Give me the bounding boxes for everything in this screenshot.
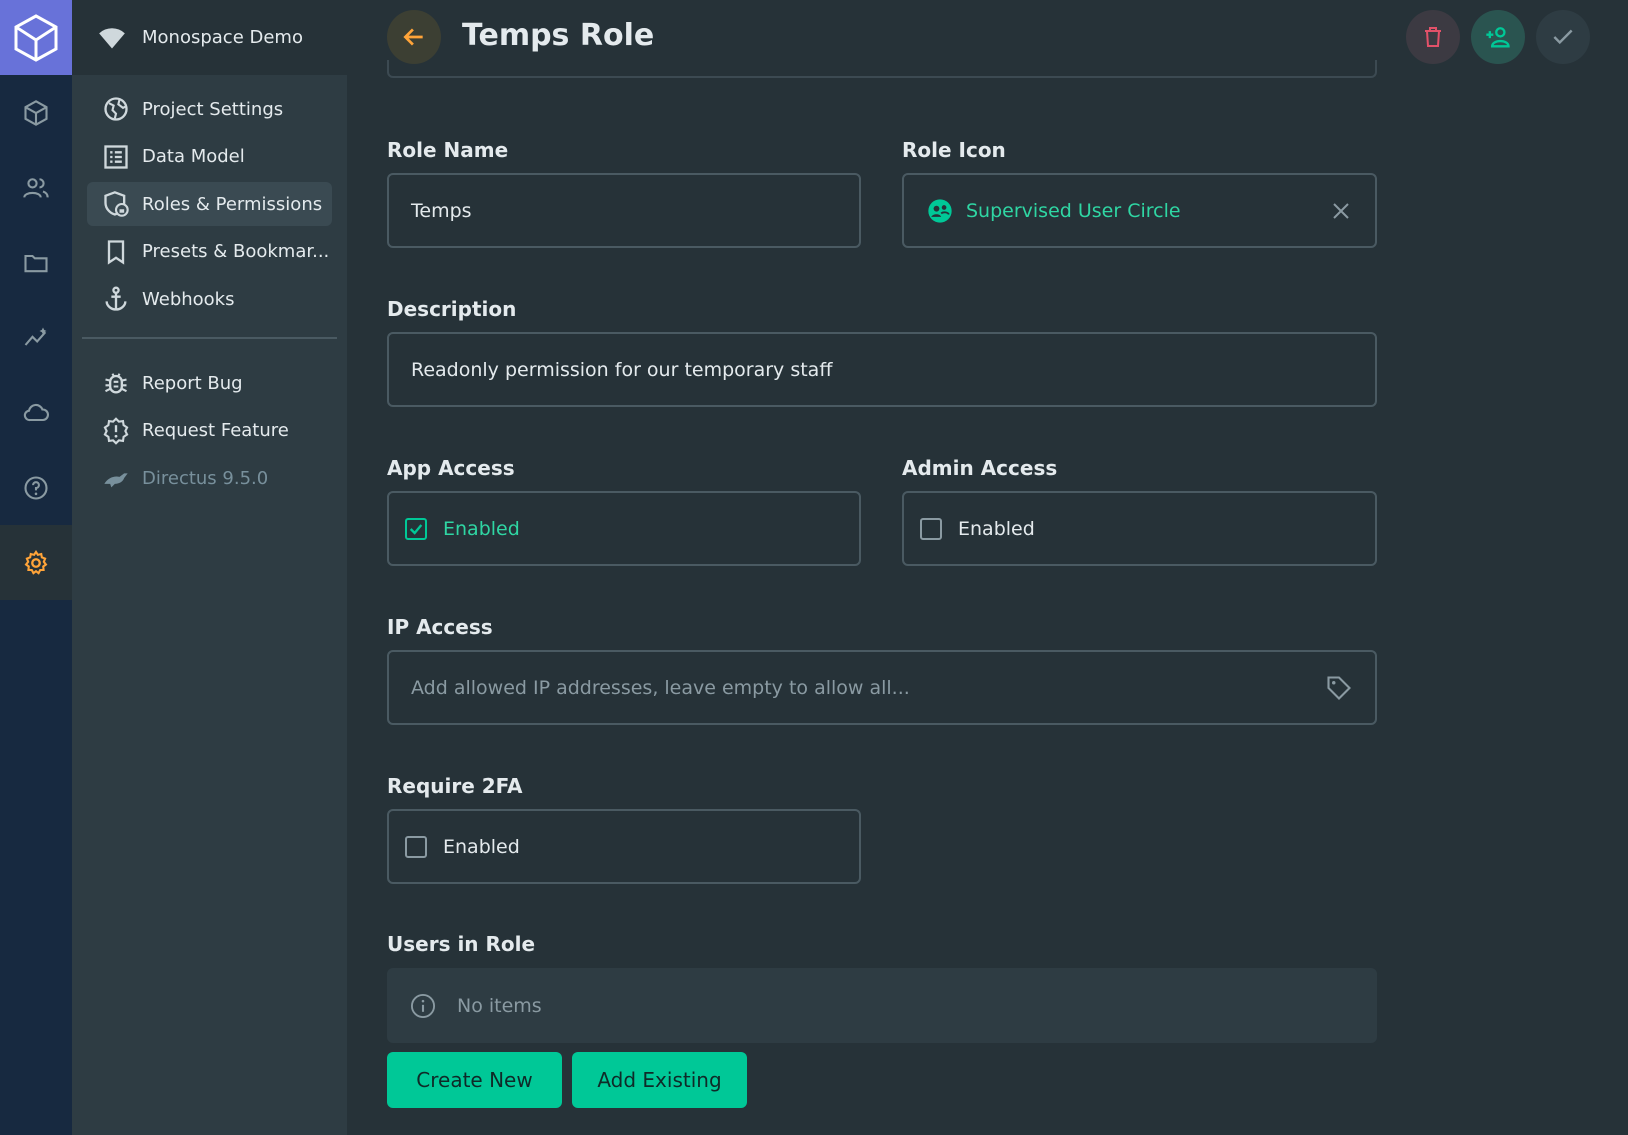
ip-access-input[interactable]: Add allowed IP addresses, leave empty to… (387, 650, 1377, 725)
nav-item-data-model[interactable]: Data Model (87, 135, 332, 179)
shield-icon (104, 191, 129, 217)
module-insights[interactable] (0, 300, 72, 375)
nav-item-roles-permissions[interactable]: Roles & Permissions (87, 182, 332, 226)
delete-role-button[interactable] (1406, 10, 1460, 64)
nav-item-label: Directus 9.5.0 (142, 467, 269, 489)
arrow-left-icon (403, 28, 423, 46)
nav-item-request-feature[interactable]: Request Feature (87, 409, 332, 453)
module-files[interactable] (0, 225, 72, 300)
module-bar (0, 0, 72, 1135)
admin-access-option-label: Enabled (958, 517, 1035, 540)
description-value: Readonly permission for our temporary st… (411, 358, 833, 381)
add-existing-button[interactable]: Add Existing (572, 1052, 747, 1108)
role-icon-value: Supervised User Circle (966, 199, 1181, 222)
nav-item-project-settings[interactable]: Project Settings (87, 87, 332, 131)
directus-logo-icon (14, 13, 58, 62)
nav-item-label: Webhooks (142, 288, 235, 310)
nav-divider (82, 337, 337, 339)
nav-item-label: Data Model (142, 146, 245, 167)
person-add-icon (1486, 27, 1510, 48)
require-2fa-option-label: Enabled (443, 835, 520, 858)
check-icon (1553, 29, 1573, 45)
admin-access-checkbox[interactable]: Enabled (902, 491, 1377, 566)
close-icon[interactable] (1329, 199, 1353, 223)
project-selector[interactable]: Monospace Demo (72, 0, 347, 75)
nav-item-label: Request Feature (142, 420, 289, 441)
invite-user-button[interactable] (1471, 10, 1525, 64)
nav-item-label: Project Settings (142, 98, 284, 120)
module-settings[interactable] (0, 525, 72, 600)
role-name-input[interactable]: Temps (387, 173, 861, 248)
module-cloud[interactable] (0, 375, 72, 450)
save-button[interactable] (1536, 10, 1590, 64)
help-icon (24, 475, 48, 500)
trash-icon (1425, 27, 1441, 47)
rabbit-icon (104, 473, 128, 488)
role-icon-select[interactable]: Supervised User Circle (902, 173, 1377, 248)
cloud-icon (23, 403, 49, 421)
role-name-value: Temps (411, 199, 472, 222)
ip-access-placeholder: Add allowed IP addresses, leave empty to… (411, 676, 910, 699)
insights-icon (24, 327, 47, 346)
nav-item-label: Presets & Bookmar... (142, 241, 330, 262)
description-label: Description (387, 297, 517, 321)
checkbox-checked-icon (405, 517, 427, 540)
anchor-icon (105, 286, 127, 311)
users-in-role-empty-notice: No items (387, 968, 1377, 1043)
ip-access-label: IP Access (387, 615, 493, 639)
nav-item-webhooks[interactable]: Webhooks (87, 277, 332, 321)
description-input[interactable]: Readonly permission for our temporary st… (387, 332, 1377, 407)
back-button[interactable] (387, 10, 441, 64)
wifi-icon (99, 27, 125, 48)
feature-icon (103, 416, 129, 445)
app-access-label: App Access (387, 456, 515, 480)
empty-text: No items (457, 994, 542, 1017)
nav-item-presets-bookmarks[interactable]: Presets & Bookmar... (87, 230, 332, 274)
create-new-button[interactable]: Create New (387, 1052, 562, 1108)
nav-item-label: Roles & Permissions (142, 193, 323, 215)
module-content[interactable] (0, 75, 72, 150)
module-users[interactable] (0, 150, 72, 225)
users-icon (23, 177, 49, 198)
module-help[interactable] (0, 450, 72, 525)
nav-item-report-bug[interactable]: Report Bug (87, 361, 332, 405)
box-icon (24, 99, 48, 126)
checkbox-unchecked-icon (405, 835, 427, 858)
page-header: Temps Role (347, 0, 1628, 75)
project-name: Monospace Demo (142, 27, 303, 48)
checkbox-unchecked-icon (920, 517, 942, 540)
require-2fa-label: Require 2FA (387, 774, 523, 798)
info-icon (410, 993, 436, 1018)
users-in-role-label: Users in Role (387, 932, 536, 956)
list-icon (104, 144, 128, 169)
globe-icon (104, 97, 128, 121)
settings-navigation: Monospace Demo Project Settings Data Mod… (72, 0, 347, 1135)
page-title: Temps Role (462, 18, 655, 53)
app-access-checkbox[interactable]: Enabled (387, 491, 861, 566)
app-access-option-label: Enabled (443, 517, 520, 540)
tag-icon (1327, 676, 1351, 700)
folder-icon (24, 254, 48, 272)
nav-item-version[interactable]: Directus 9.5.0 (87, 456, 332, 500)
bookmark-icon (107, 239, 125, 265)
admin-access-label: Admin Access (902, 456, 1058, 480)
require-2fa-checkbox[interactable]: Enabled (387, 809, 861, 884)
role-icon-label: Role Icon (902, 138, 1006, 162)
settings-icon (24, 549, 48, 575)
nav-item-label: Report Bug (142, 372, 243, 394)
role-name-label: Role Name (387, 138, 509, 162)
supervised-user-circle-icon (928, 198, 952, 223)
app-logo[interactable] (0, 0, 72, 75)
bug-icon (105, 373, 127, 394)
